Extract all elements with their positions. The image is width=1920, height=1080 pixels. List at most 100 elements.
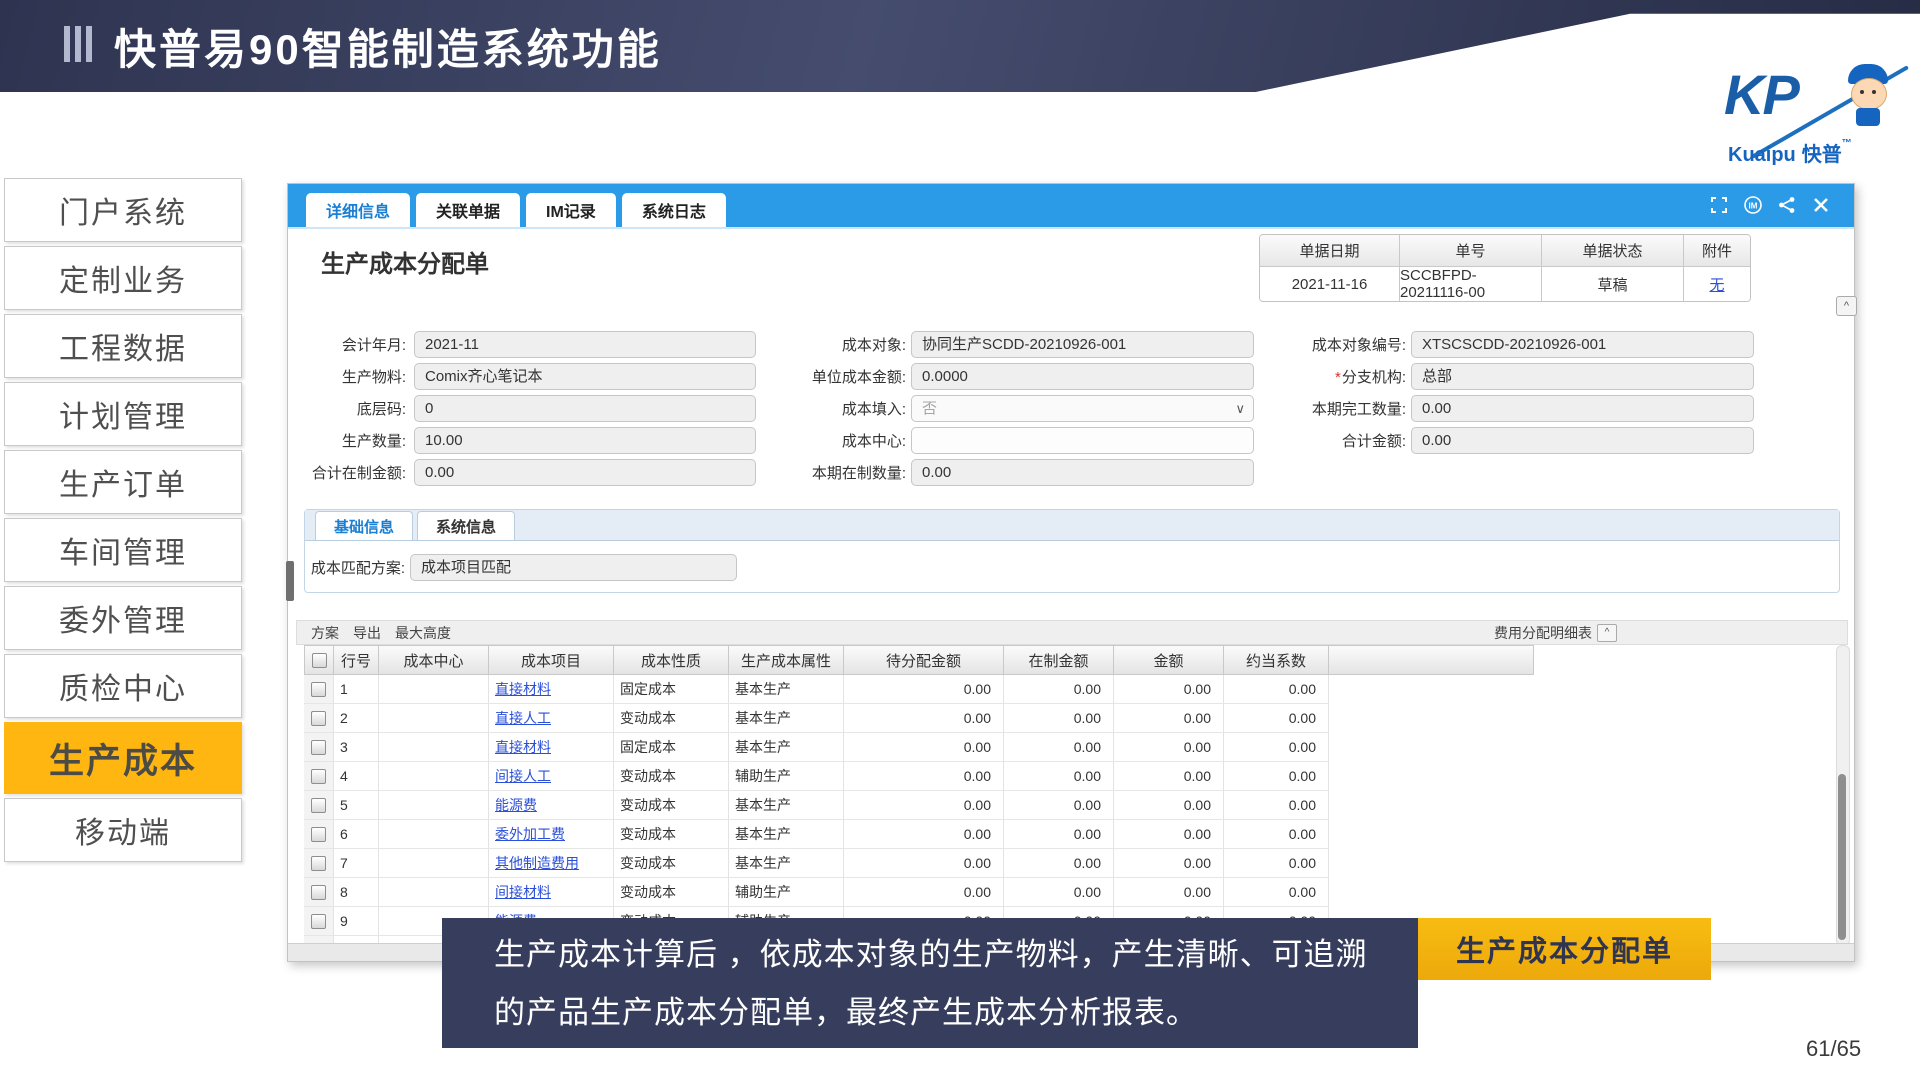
form-input-合计金额[interactable]: 0.00 — [1411, 427, 1754, 454]
row-checkbox-cell — [304, 849, 334, 878]
form-input-分支机构[interactable]: 总部 — [1411, 363, 1754, 390]
document-title: 生产成本分配单 — [321, 244, 489, 279]
grid-collapse-button[interactable]: ^ — [1597, 624, 1617, 642]
toolbar-link-最大高度[interactable]: 最大高度 — [395, 623, 451, 643]
cell-pending: 0.00 — [844, 878, 1004, 907]
sidebar-item-生产成本[interactable]: 生产成本 — [4, 722, 242, 794]
fullscreen-icon[interactable] — [1708, 194, 1730, 216]
collapse-header-button[interactable]: ^ — [1836, 296, 1857, 316]
cell-item[interactable]: 其他制造费用 — [489, 849, 614, 878]
form-input-本期完工数量[interactable]: 0.00 — [1411, 395, 1754, 422]
cell-attr: 基本生产 — [729, 675, 844, 704]
row-checkbox[interactable] — [311, 682, 326, 697]
form-label-单位成本金额: 单位成本金额: — [738, 366, 906, 387]
inner-tab-系统信息[interactable]: 系统信息 — [417, 511, 515, 540]
grid-header-待分配金额[interactable]: 待分配金额 — [844, 645, 1004, 675]
sidebar-item-计划管理[interactable]: 计划管理 — [4, 382, 242, 446]
form-input-成本对象[interactable]: 协同生产SCDD-20210926-001 — [911, 331, 1254, 358]
row-checkbox[interactable] — [311, 711, 326, 726]
cell-item[interactable]: 委外加工费 — [489, 820, 614, 849]
toolbar-link-导出[interactable]: 导出 — [353, 623, 381, 643]
cell-center — [379, 733, 489, 762]
sidebar-item-定制业务[interactable]: 定制业务 — [4, 246, 242, 310]
form-label-底层码: 底层码: — [288, 398, 406, 419]
tab-IM记录[interactable]: IM记录 — [526, 193, 616, 227]
form-input-底层码[interactable]: 0 — [414, 395, 756, 422]
form-row: 成本对象编号:XTSCSCDD-20210926-001 — [1238, 331, 1754, 358]
cell-coef: 0.00 — [1224, 762, 1329, 791]
panel-collapse-handle[interactable] — [286, 561, 294, 601]
cell-item[interactable]: 间接材料 — [489, 878, 614, 907]
row-checkbox[interactable] — [311, 740, 326, 755]
row-checkbox[interactable] — [311, 827, 326, 842]
cell-attr: 辅助生产 — [729, 878, 844, 907]
cell-item[interactable]: 直接人工 — [489, 704, 614, 733]
form-input-成本对象编号[interactable]: XTSCSCDD-20210926-001 — [1411, 331, 1754, 358]
caption-line-1: 生产成本计算后 ，依成本对象的生产物料，产生清晰、可追溯 — [494, 926, 1418, 984]
row-checkbox[interactable] — [311, 769, 326, 784]
sidebar-item-工程数据[interactable]: 工程数据 — [4, 314, 242, 378]
sidebar-item-委外管理[interactable]: 委外管理 — [4, 586, 242, 650]
cell-num: 2 — [334, 704, 379, 733]
page-number: 61/65 — [1806, 1036, 1861, 1062]
form-label-生产数量: 生产数量: — [288, 430, 406, 451]
form-input-成本填入[interactable]: 否∨ — [911, 395, 1254, 422]
sidebar-item-车间管理[interactable]: 车间管理 — [4, 518, 242, 582]
tab-关联单据[interactable]: 关联单据 — [416, 193, 520, 227]
cell-item[interactable]: 间接人工 — [489, 762, 614, 791]
form-input-会计年月[interactable]: 2021-11 — [414, 331, 756, 358]
form-input-生产物料[interactable]: Comix齐心笔记本 — [414, 363, 756, 390]
row-checkbox[interactable] — [311, 914, 326, 929]
doc-info-value: 2021-11-16 — [1260, 267, 1399, 301]
row-checkbox[interactable] — [311, 798, 326, 813]
form-label-合计在制金额: 合计在制金额: — [288, 462, 406, 483]
form-input-成本中心[interactable] — [911, 427, 1254, 454]
grid-scrollbar[interactable] — [1836, 645, 1850, 946]
attachment-link[interactable]: 无 — [1709, 274, 1724, 295]
tab-详细信息[interactable]: 详细信息 — [306, 193, 410, 227]
inner-tab-基础信息[interactable]: 基础信息 — [315, 511, 413, 540]
cell-item[interactable]: 直接材料 — [489, 675, 614, 704]
grid-header-约当系数[interactable]: 约当系数 — [1224, 645, 1329, 675]
table-row: 2直接人工变动成本基本生产0.000.000.000.00 — [304, 704, 1329, 733]
cell-coef: 0.00 — [1224, 820, 1329, 849]
cell-amount: 0.00 — [1114, 878, 1224, 907]
im-icon[interactable]: IM — [1742, 194, 1764, 216]
grid-header-金额[interactable]: 金额 — [1114, 645, 1224, 675]
grid-header-生产成本属性[interactable]: 生产成本属性 — [729, 645, 844, 675]
grid-scrollbar-thumb[interactable] — [1838, 774, 1846, 940]
row-checkbox[interactable] — [311, 885, 326, 900]
sidebar-item-移动端[interactable]: 移动端 — [4, 798, 242, 862]
grid-header-成本性质[interactable]: 成本性质 — [614, 645, 729, 675]
form-input-单位成本金额[interactable]: 0.0000 — [911, 363, 1254, 390]
grid-header-成本中心[interactable]: 成本中心 — [379, 645, 489, 675]
grid-header-成本项目[interactable]: 成本项目 — [489, 645, 614, 675]
sidebar-item-门户系统[interactable]: 门户系统 — [4, 178, 242, 242]
cell-item[interactable]: 直接材料 — [489, 733, 614, 762]
svg-text:IM: IM — [1749, 202, 1758, 211]
cell-wip: 0.00 — [1004, 675, 1114, 704]
sidebar-item-质检中心[interactable]: 质检中心 — [4, 654, 242, 718]
form-input-本期在制数量[interactable]: 0.00 — [911, 459, 1254, 486]
form-input-合计在制金额[interactable]: 0.00 — [414, 459, 756, 486]
form-label-本期在制数量: 本期在制数量: — [738, 462, 906, 483]
row-checkbox[interactable] — [311, 856, 326, 871]
sidebar-item-生产订单[interactable]: 生产订单 — [4, 450, 242, 514]
grid-header-行号[interactable]: 行号 — [334, 645, 379, 675]
share-icon[interactable] — [1776, 194, 1798, 216]
sidebar-menu: 门户系统定制业务工程数据计划管理生产订单车间管理委外管理质检中心生产成本移动端 — [4, 178, 242, 866]
toolbar-link-方案[interactable]: 方案 — [311, 623, 339, 643]
form-row: 合计金额:0.00 — [1238, 427, 1754, 454]
form-input-生产数量[interactable]: 10.00 — [414, 427, 756, 454]
cell-nature: 变动成本 — [614, 878, 729, 907]
tab-系统日志[interactable]: 系统日志 — [622, 193, 726, 227]
close-icon[interactable] — [1810, 194, 1832, 216]
form-label-合计金额: 合计金额: — [1238, 430, 1406, 451]
caption-box: 生产成本计算后 ，依成本对象的生产物料，产生清晰、可追溯 的产品生产成本分配单，… — [442, 918, 1418, 1048]
cell-amount: 0.00 — [1114, 675, 1224, 704]
match-field-input[interactable]: 成本项目匹配 — [410, 554, 737, 581]
cell-num: 7 — [334, 849, 379, 878]
grid-header-在制金额[interactable]: 在制金额 — [1004, 645, 1114, 675]
cell-item[interactable]: 能源费 — [489, 791, 614, 820]
select-all-checkbox[interactable] — [312, 653, 327, 668]
